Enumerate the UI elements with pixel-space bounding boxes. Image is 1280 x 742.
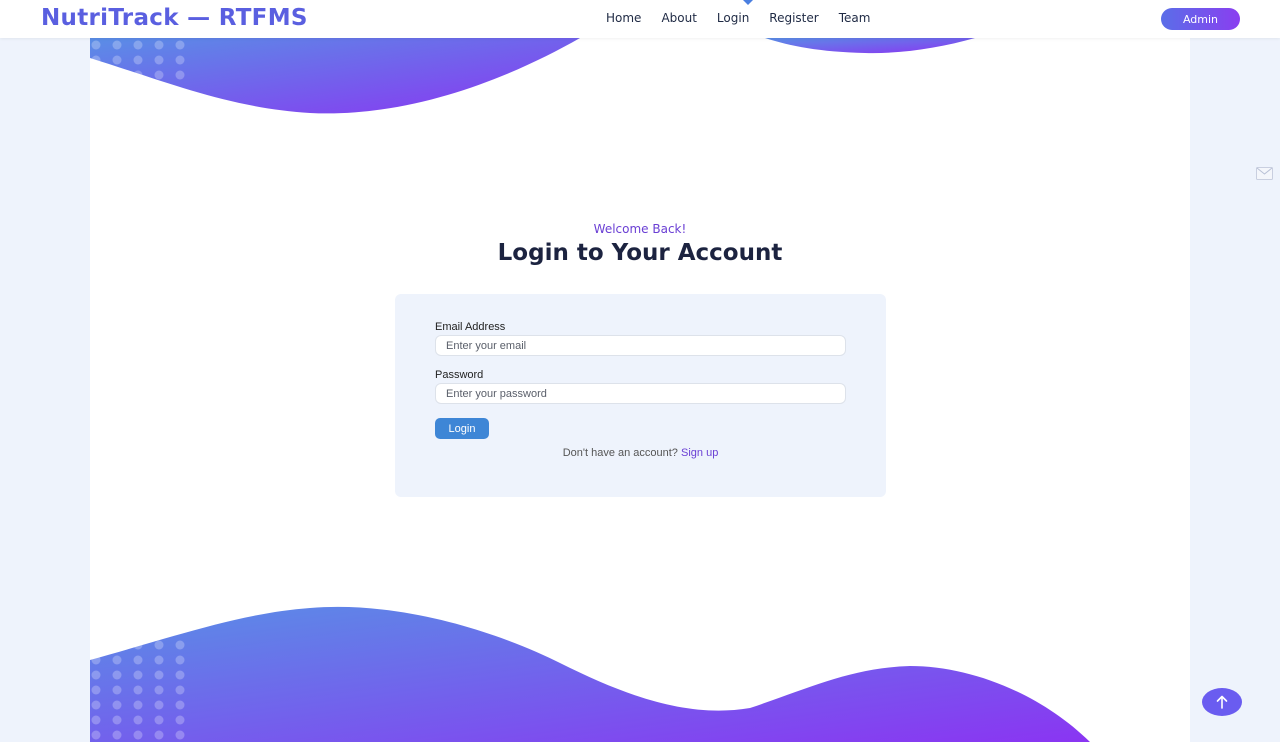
welcome-subtitle: Welcome Back! — [593, 222, 687, 236]
signup-prompt-text: Don't have an account? — [562, 447, 678, 459]
top-navbar: NutriTrack — RTFMS Home About Login Regi… — [0, 0, 1280, 38]
login-form: Email Address Password Login Don't have … — [395, 294, 886, 497]
mail-icon[interactable] — [1256, 167, 1273, 180]
arrow-up-icon — [1216, 695, 1228, 709]
email-field[interactable] — [435, 335, 846, 356]
password-field[interactable] — [435, 383, 846, 404]
main-nav: Home About Login Register Team — [606, 11, 890, 25]
email-label: Email Address — [435, 321, 506, 333]
password-label: Password — [435, 369, 484, 381]
nav-home[interactable]: Home — [606, 11, 641, 25]
signup-link[interactable]: Sign up — [681, 447, 718, 459]
login-page-panel: Welcome Back! Login to Your Account Emai… — [90, 38, 1190, 742]
nav-login[interactable]: Login — [717, 11, 749, 25]
login-submit-button[interactable]: Login — [435, 418, 489, 439]
scroll-to-top-button[interactable] — [1202, 688, 1242, 716]
page-title: Login to Your Account — [497, 240, 783, 266]
nav-register[interactable]: Register — [769, 11, 818, 25]
signup-prompt-line: Don't have an account? Sign up — [395, 447, 886, 459]
nav-about[interactable]: About — [661, 11, 696, 25]
brand-logo-text[interactable]: NutriTrack — RTFMS — [41, 5, 308, 31]
nav-team[interactable]: Team — [839, 11, 871, 25]
active-nav-indicator — [739, 0, 757, 5]
admin-button[interactable]: Admin — [1161, 8, 1240, 30]
